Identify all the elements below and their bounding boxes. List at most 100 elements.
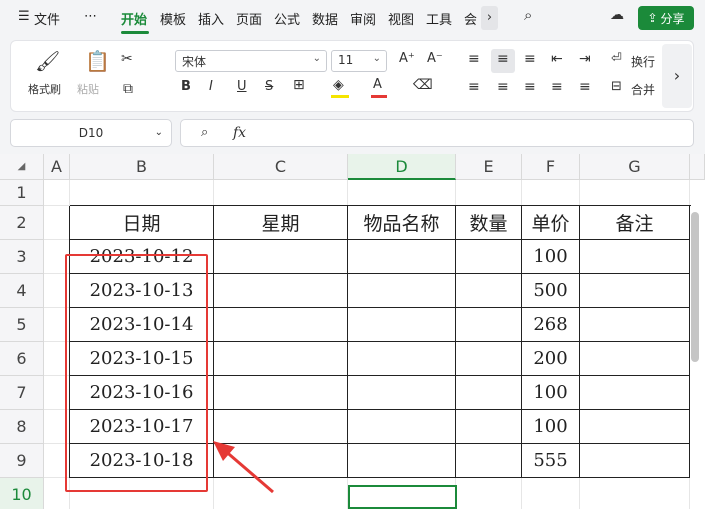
- align-top-icon[interactable]: ≡: [468, 51, 480, 67]
- indent-increase-icon[interactable]: ⇥: [579, 51, 591, 67]
- row-header-5[interactable]: 5: [0, 308, 44, 342]
- table-cell[interactable]: [580, 308, 690, 342]
- row-header-7[interactable]: 7: [0, 376, 44, 410]
- select-all-corner[interactable]: ◢: [0, 154, 44, 180]
- table-cell[interactable]: [348, 308, 456, 342]
- format-painter-label[interactable]: 格式刷: [28, 81, 61, 97]
- table-cell[interactable]: [348, 240, 456, 274]
- table-cell[interactable]: [348, 376, 456, 410]
- name-box[interactable]: D10 ⌄: [10, 119, 172, 147]
- tab-review[interactable]: 审阅: [350, 9, 376, 28]
- font-size-select[interactable]: 11 ⌄: [331, 50, 387, 72]
- table-cell[interactable]: [580, 274, 690, 308]
- menu-file[interactable]: 文件: [34, 9, 60, 28]
- tab-formula[interactable]: 公式: [274, 9, 300, 28]
- table-cell[interactable]: [580, 240, 690, 274]
- paste-label[interactable]: 粘贴: [77, 81, 99, 97]
- tab-page[interactable]: 页面: [236, 9, 262, 28]
- table-cell[interactable]: [214, 308, 348, 342]
- fill-color-icon[interactable]: ◈: [333, 77, 344, 93]
- tab-data[interactable]: 数据: [312, 9, 338, 28]
- grid-cell[interactable]: [580, 478, 690, 509]
- align-right-icon[interactable]: ≡: [524, 79, 536, 95]
- grid-cell[interactable]: [522, 180, 580, 206]
- table-cell[interactable]: [580, 410, 690, 444]
- grid-cell[interactable]: [348, 180, 456, 206]
- table-cell[interactable]: [580, 376, 690, 410]
- wrap-text-label[interactable]: 换行: [631, 53, 655, 70]
- align-middle-icon[interactable]: ≡: [497, 51, 509, 67]
- table-cell[interactable]: [348, 444, 456, 478]
- cloud-icon[interactable]: ☁: [610, 7, 624, 23]
- tabs-scroll-right-icon[interactable]: ›: [481, 6, 498, 30]
- table-cell[interactable]: [580, 444, 690, 478]
- grid-cell[interactable]: [456, 478, 522, 509]
- table-cell[interactable]: 100: [522, 376, 580, 410]
- search-icon[interactable]: ⌕: [524, 6, 532, 24]
- row-header-2[interactable]: 2: [0, 206, 44, 240]
- table-cell[interactable]: [580, 342, 690, 376]
- grid-cell[interactable]: [44, 180, 70, 206]
- table-cell[interactable]: [348, 410, 456, 444]
- share-button[interactable]: ⇪ 分享: [638, 6, 694, 30]
- selected-cell-d10[interactable]: [348, 485, 457, 509]
- table-cell[interactable]: 268: [522, 308, 580, 342]
- table-header-cell[interactable]: 物品名称: [348, 206, 456, 240]
- distributed-icon[interactable]: ≡: [579, 79, 591, 95]
- table-header-cell[interactable]: 日期: [70, 206, 214, 240]
- tab-home[interactable]: 开始: [121, 9, 147, 28]
- more-icon[interactable]: ⋯: [84, 9, 97, 24]
- table-cell[interactable]: [456, 274, 522, 308]
- row-header-4[interactable]: 4: [0, 274, 44, 308]
- column-header-f[interactable]: F: [522, 154, 580, 180]
- zoom-icon[interactable]: ⌕: [201, 125, 208, 140]
- row-header-3[interactable]: 3: [0, 240, 44, 274]
- table-cell[interactable]: [348, 342, 456, 376]
- table-cell[interactable]: 500: [522, 274, 580, 308]
- justify-icon[interactable]: ≡: [551, 79, 563, 95]
- grid-cell[interactable]: [522, 478, 580, 509]
- merge-cells-label[interactable]: 合并: [631, 81, 655, 98]
- tab-tools[interactable]: 工具: [426, 9, 452, 28]
- row-header-9[interactable]: 9: [0, 444, 44, 478]
- merge-cells-icon[interactable]: ⊟: [611, 79, 622, 94]
- table-cell[interactable]: [456, 308, 522, 342]
- tab-member[interactable]: 会: [464, 9, 477, 28]
- menu-icon[interactable]: ☰: [18, 9, 30, 24]
- border-icon[interactable]: ⊞: [293, 77, 305, 93]
- increase-font-icon[interactable]: A⁺: [399, 51, 415, 66]
- column-header-b[interactable]: B: [70, 154, 214, 180]
- grid-cell[interactable]: [44, 206, 70, 240]
- row-header-10[interactable]: 10: [0, 478, 44, 509]
- align-left-icon[interactable]: ≡: [468, 79, 480, 95]
- table-cell[interactable]: [456, 240, 522, 274]
- table-cell[interactable]: [456, 342, 522, 376]
- copy-icon[interactable]: ⧉: [123, 81, 133, 97]
- grid-cell[interactable]: [214, 180, 348, 206]
- format-painter-icon[interactable]: 🖌: [35, 49, 60, 73]
- grid-cell[interactable]: [70, 180, 214, 206]
- table-cell[interactable]: 555: [522, 444, 580, 478]
- table-cell[interactable]: [214, 274, 348, 308]
- eraser-icon[interactable]: ⌫: [413, 77, 433, 93]
- row-header-1[interactable]: 1: [0, 180, 44, 206]
- tab-view[interactable]: 视图: [388, 9, 414, 28]
- align-bottom-icon[interactable]: ≡: [524, 51, 536, 67]
- font-color-icon[interactable]: A: [373, 77, 382, 92]
- table-cell[interactable]: [456, 376, 522, 410]
- grid-cell[interactable]: [456, 180, 522, 206]
- row-header-6[interactable]: 6: [0, 342, 44, 376]
- column-header-c[interactable]: C: [214, 154, 348, 180]
- cut-icon[interactable]: ✂: [121, 51, 133, 67]
- align-center-icon[interactable]: ≡: [497, 79, 509, 95]
- font-name-select[interactable]: 宋体 ⌄: [175, 50, 327, 72]
- table-cell[interactable]: 100: [522, 240, 580, 274]
- ribbon-more-icon[interactable]: ›: [662, 44, 692, 108]
- tab-template[interactable]: 模板: [160, 9, 186, 28]
- decrease-font-icon[interactable]: A⁻: [427, 51, 443, 66]
- formula-input[interactable]: ⌕ fx: [180, 119, 694, 147]
- table-cell[interactable]: 100: [522, 410, 580, 444]
- table-cell[interactable]: [214, 240, 348, 274]
- bold-icon[interactable]: B: [181, 79, 191, 94]
- table-cell[interactable]: [214, 376, 348, 410]
